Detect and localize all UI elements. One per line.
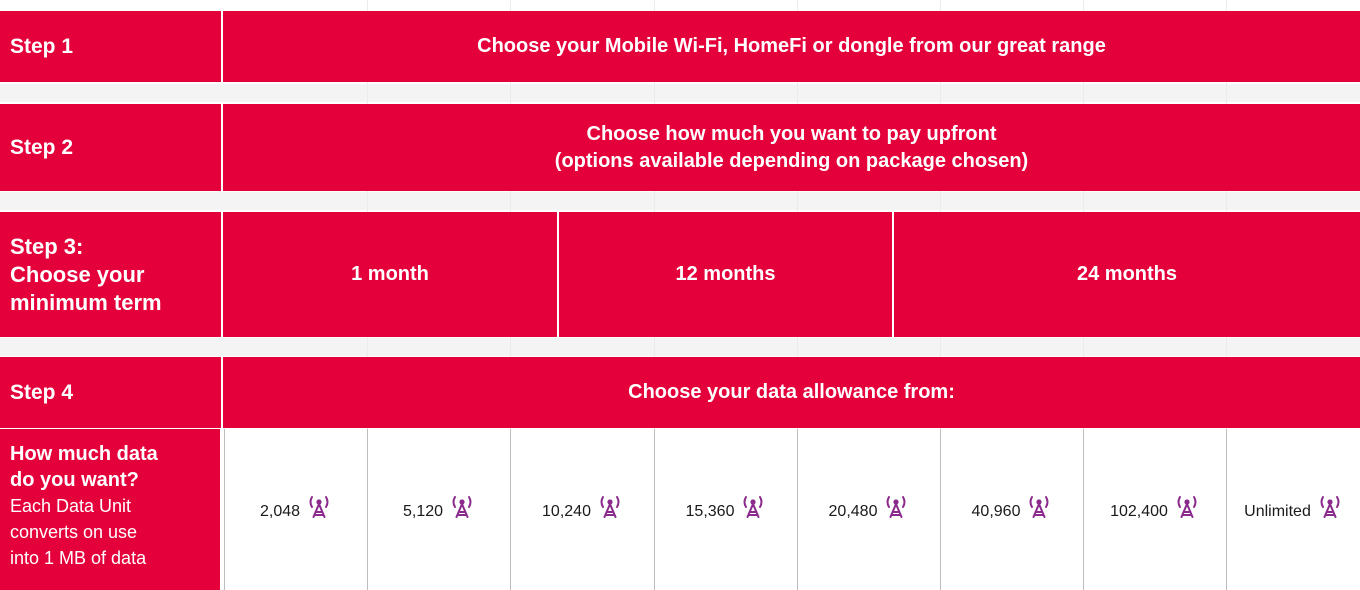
step-4-content: Choose your data allowance from: <box>223 357 1360 428</box>
data-unit-icon <box>452 495 472 518</box>
data-note-line: Each Data Unit <box>10 496 132 516</box>
data-note-line: converts on use <box>10 522 138 542</box>
data-question-line: do you want? <box>10 469 139 491</box>
term-label: 1 month <box>351 263 429 285</box>
data-unit-icon <box>309 495 329 518</box>
step-1-content-text: Choose your Mobile Wi-Fi, HomeFi or dong… <box>477 35 1106 57</box>
term-option-12-months[interactable]: 12 months <box>559 212 892 337</box>
data-option-102400[interactable]: 102,400 <box>1083 429 1226 590</box>
step-3-label-line: minimum term <box>10 289 162 315</box>
step-2-content-line1: Choose how much you want to pay upfront <box>586 122 997 145</box>
term-label: 12 months <box>675 263 776 285</box>
step-4-label-text: Step 4 <box>10 380 74 404</box>
data-option-5120[interactable]: 5,120 <box>367 429 510 590</box>
step-4-content-text: Choose your data allowance from: <box>628 381 955 403</box>
data-option-value: 10,240 <box>542 502 591 520</box>
step-2-label-text: Step 2 <box>10 135 74 159</box>
data-option-value: 2,048 <box>259 502 301 520</box>
step-3-label: Step 3: Choose your minimum term <box>0 212 221 337</box>
step-3-label-line: Choose your <box>10 261 145 287</box>
data-unit-icon <box>743 495 763 518</box>
step-1-label-text: Step 1 <box>10 34 74 58</box>
data-option-10240[interactable]: 10,240 <box>510 429 654 590</box>
gap-stripe <box>0 192 1360 210</box>
data-option-value: 15,360 <box>685 502 735 520</box>
term-option-24-months[interactable]: 24 months <box>894 212 1360 337</box>
data-option-value: 102,400 <box>1110 502 1168 520</box>
step-2-content-line2: (options available depending on package … <box>554 149 1029 172</box>
step-2-content: Choose how much you want to pay upfront … <box>223 104 1360 191</box>
term-label: 24 months <box>1076 263 1178 285</box>
data-allowance-row: How much data do you want? Each Data Uni… <box>0 429 1360 590</box>
data-question-line: How much data <box>10 443 158 465</box>
data-option-15360[interactable]: 15,360 <box>654 429 797 590</box>
step-3-label-line: Step 3: <box>10 233 84 259</box>
step-2-label: Step 2 <box>0 104 221 191</box>
term-option-1-month[interactable]: 1 month <box>223 212 557 337</box>
gap-stripe <box>0 338 1360 356</box>
data-note-line: into 1 MB of data <box>10 548 147 568</box>
data-option-2048[interactable]: 2,048 <box>224 429 367 590</box>
data-option-20480[interactable]: 20,480 <box>797 429 940 590</box>
data-unit-icon <box>1029 495 1049 518</box>
data-option-value: 20,480 <box>828 502 878 520</box>
gap-stripe <box>0 84 1360 102</box>
step-4-label: Step 4 <box>0 357 221 428</box>
data-row-label: How much data do you want? Each Data Uni… <box>0 429 220 590</box>
data-unit-icon <box>1177 495 1197 518</box>
data-unit-icon <box>600 495 620 518</box>
data-option-40960[interactable]: 40,960 <box>940 429 1083 590</box>
data-option-value: Unlimited <box>1244 502 1311 520</box>
data-option-value: 40,960 <box>971 502 1021 520</box>
step-1-content: Choose your Mobile Wi-Fi, HomeFi or dong… <box>223 11 1360 82</box>
data-unit-icon <box>1320 495 1340 518</box>
data-option-value: 5,120 <box>402 502 444 520</box>
step-1-label: Step 1 <box>0 11 221 82</box>
data-unit-icon <box>886 495 906 518</box>
data-option-unlimited[interactable]: Unlimited <box>1226 429 1360 590</box>
